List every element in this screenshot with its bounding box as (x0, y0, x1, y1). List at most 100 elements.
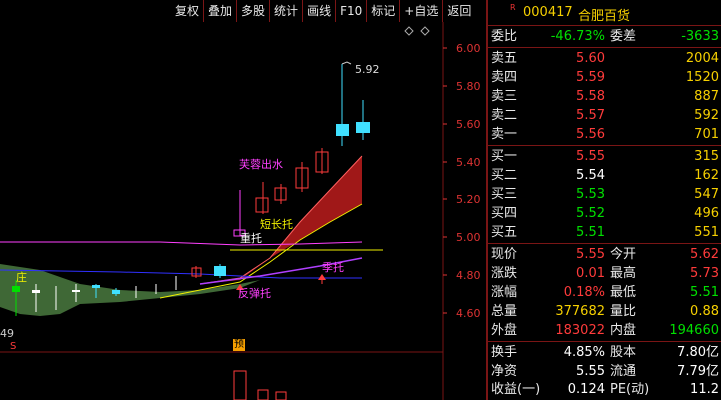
statistics-button[interactable]: 统计 (269, 0, 302, 22)
stat-value: 5.73 (690, 266, 719, 281)
stat-value: 7.79亿 (677, 364, 719, 379)
price-label: 4.60 (456, 307, 481, 320)
stat-label: 今开 (610, 247, 637, 262)
left-edge-number: 49 (0, 327, 14, 340)
stat-label: 股本 (610, 345, 637, 360)
sell-label: 卖四 (491, 70, 518, 85)
stat-label: 内盘 (610, 323, 637, 338)
stat-value: 377682 (555, 304, 605, 319)
buy-volume: 547 (694, 187, 719, 202)
buy-label: 买二 (491, 168, 518, 183)
back-button[interactable]: 返回 (442, 0, 475, 22)
overlay-button[interactable]: 叠加 (203, 0, 236, 22)
stat-value: 5.62 (690, 247, 719, 262)
rebound-support-annotation: 反弹托 (238, 287, 271, 300)
stat-label: 涨跌 (491, 266, 518, 281)
buy-row[interactable]: 买三 5.53 547 (488, 185, 721, 204)
buy-label: 买一 (491, 149, 518, 164)
price-label: 5.60 (456, 118, 481, 131)
price-label: 6.00 (456, 42, 481, 55)
stat-label: 总量 (491, 304, 518, 319)
sell-row[interactable]: 卖二 5.57 592 (488, 106, 721, 125)
buy-row[interactable]: 买二 5.54 162 (488, 166, 721, 185)
f10-button[interactable]: F10 (335, 0, 366, 22)
multi-stock-button[interactable]: 多股 (236, 0, 269, 22)
diamond-icon-2 (420, 26, 430, 36)
divider (488, 243, 721, 244)
kline-chart[interactable]: 6.00 5.80 5.60 5.40 5.20 5.00 4.80 4.60 … (0, 22, 486, 400)
stat-row: 总量 377682 量比 0.88 (488, 302, 721, 321)
stat-value: 194660 (669, 323, 719, 338)
price-label: 5.80 (456, 80, 481, 93)
stat-row: 外盘 183022 内盘 194660 (488, 321, 721, 340)
r-mark: R (510, 3, 516, 12)
sell-price: 5.60 (576, 51, 605, 66)
sell-row[interactable]: 卖一 5.56 701 (488, 125, 721, 144)
stock-code: 000417 (523, 5, 573, 20)
buy-volume: 162 (694, 168, 719, 183)
quote-panel: R 000417 合肥百货 委比 -46.73% 委差 -3633 卖五 5.6… (486, 0, 721, 400)
stat-value: 0.88 (690, 304, 719, 319)
short-support-annotation: 短长托 (260, 218, 293, 231)
add-watchlist-button[interactable]: +自选 (399, 0, 442, 22)
price-ticks (443, 47, 447, 314)
sell-volume: 2004 (685, 51, 719, 66)
stat-value: 5.55 (576, 364, 605, 379)
stat-label: 量比 (610, 304, 637, 319)
weicha-value: -3633 (681, 29, 719, 44)
stock-title: R 000417 合肥百货 (488, 0, 721, 25)
buy-price: 5.52 (576, 206, 605, 221)
sell-label: 卖二 (491, 108, 518, 123)
sell-row[interactable]: 卖三 5.58 887 (488, 87, 721, 106)
buy-label: 买三 (491, 187, 518, 202)
sell-volume: 887 (694, 89, 719, 104)
weibi-label: 委比 (491, 29, 518, 44)
volume-bar (233, 370, 247, 400)
restore-rights-button[interactable]: 复权 (171, 0, 203, 22)
heavy-support-annotation: 重托 (240, 232, 262, 245)
buy-volume: 551 (694, 225, 719, 240)
buy-row[interactable]: 买一 5.55 315 (488, 147, 721, 166)
stat-value: 11.2 (690, 382, 719, 397)
s-marker: S (10, 341, 17, 352)
sell-volume: 1520 (685, 70, 719, 85)
sell-price: 5.57 (576, 108, 605, 123)
buy-label: 买五 (491, 225, 518, 240)
sell-price: 5.59 (576, 70, 605, 85)
stat-value: 183022 (555, 323, 605, 338)
stat-row: 涨幅 0.18% 最低 5.51 (488, 283, 721, 302)
sell-label: 卖五 (491, 51, 518, 66)
sell-price: 5.56 (576, 127, 605, 142)
stat-row: 换手 4.85% 股本 7.80亿 (488, 343, 721, 362)
draw-line-button[interactable]: 画线 (302, 0, 335, 22)
sell-volume: 592 (694, 108, 719, 123)
sell-label: 卖一 (491, 127, 518, 142)
peak-price-label: 5.92 (355, 63, 380, 76)
sell-row[interactable]: 卖四 5.59 1520 (488, 68, 721, 87)
price-label: 5.40 (456, 156, 481, 169)
sell-row[interactable]: 卖五 5.60 2004 (488, 49, 721, 68)
stock-name: 合肥百货 (578, 9, 631, 24)
stat-label: 现价 (491, 247, 518, 262)
stat-label: PE(动) (610, 382, 650, 397)
divider (488, 145, 721, 146)
yu-marker: 预 (233, 339, 245, 351)
price-label: 5.00 (456, 231, 481, 244)
chart-toolbar: 复权 叠加 多股 统计 画线 F10 标记 +自选 返回 (171, 0, 475, 22)
buy-volume: 496 (694, 206, 719, 221)
mark-button[interactable]: 标记 (366, 0, 399, 22)
buy-row[interactable]: 买四 5.52 496 (488, 204, 721, 223)
price-label: 4.80 (456, 269, 481, 282)
weibi-value: -46.73% (550, 29, 605, 44)
stat-row: 收益(一) 0.124 PE(动) 11.2 (488, 380, 721, 399)
stat-value: 0.01 (576, 266, 605, 281)
zhuang-annotation: 庄 (16, 271, 27, 284)
stat-label: 收益(一) (491, 382, 541, 397)
buy-volume: 315 (694, 149, 719, 164)
stat-value: 5.55 (576, 247, 605, 262)
buy-row[interactable]: 买五 5.51 551 (488, 223, 721, 242)
stat-value: 0.124 (567, 382, 605, 397)
stat-label: 换手 (491, 345, 518, 360)
sell-volume: 701 (694, 127, 719, 142)
buy-price: 5.53 (576, 187, 605, 202)
